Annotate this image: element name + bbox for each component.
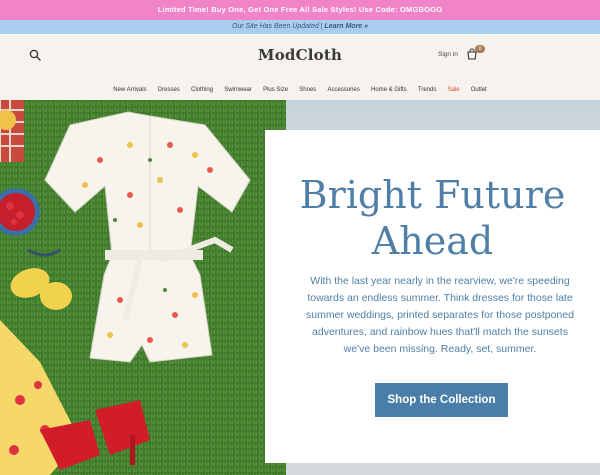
nav-item-accessories[interactable]: Accessories: [322, 84, 366, 96]
promo-banner[interactable]: Limited Time! Buy One, Get One Free All …: [0, 0, 600, 20]
hero-product-image[interactable]: [0, 100, 286, 475]
site-update-notice: Our Site Has Been Updated | Learn More »: [0, 20, 600, 34]
bag-count-badge: 0: [475, 45, 485, 53]
sign-in-link[interactable]: Sign in: [438, 51, 458, 58]
nav-item-outlet[interactable]: Outlet: [465, 84, 492, 96]
nav-item-dresses[interactable]: Dresses: [152, 84, 185, 96]
nav-item-trends[interactable]: Trends: [412, 84, 442, 96]
nav-item-plus-size[interactable]: Plus Size: [257, 84, 293, 96]
modcloth-logo[interactable]: ModCloth: [0, 46, 600, 64]
learn-more-link[interactable]: Learn More »: [324, 23, 368, 30]
nav-item-shoes[interactable]: Shoes: [294, 84, 322, 96]
nav-item-swimwear[interactable]: Swimwear: [219, 84, 258, 96]
notice-text: Our Site Has Been Updated |: [231, 23, 325, 30]
hero-description: With the last year nearly in the rearvie…: [306, 275, 574, 355]
promo-text: Limited Time! Buy One, Get One Free All …: [157, 5, 443, 14]
hero-title-line-2: Ahead: [371, 219, 494, 263]
hero-banner: Bright Future Ahead With the last year n…: [0, 100, 600, 475]
hero-title-line-1: Bright Future: [299, 173, 566, 217]
nav-item-sale[interactable]: Sale: [442, 84, 465, 96]
nav-item-new-arrivals[interactable]: New Arrivals: [108, 84, 153, 96]
nav-item-clothing[interactable]: Clothing: [185, 84, 218, 96]
hero-title: Bright Future Ahead: [265, 172, 600, 264]
shop-the-collection-button[interactable]: Shop the Collection: [375, 383, 508, 417]
main-navigation: New Arrivals Dresses Clothing Swimwear P…: [0, 84, 600, 96]
nav-item-home-gifts[interactable]: Home & Gifts: [365, 84, 412, 96]
site-header: ModCloth Sign in 0 New Arrivals Dresses …: [0, 34, 600, 100]
